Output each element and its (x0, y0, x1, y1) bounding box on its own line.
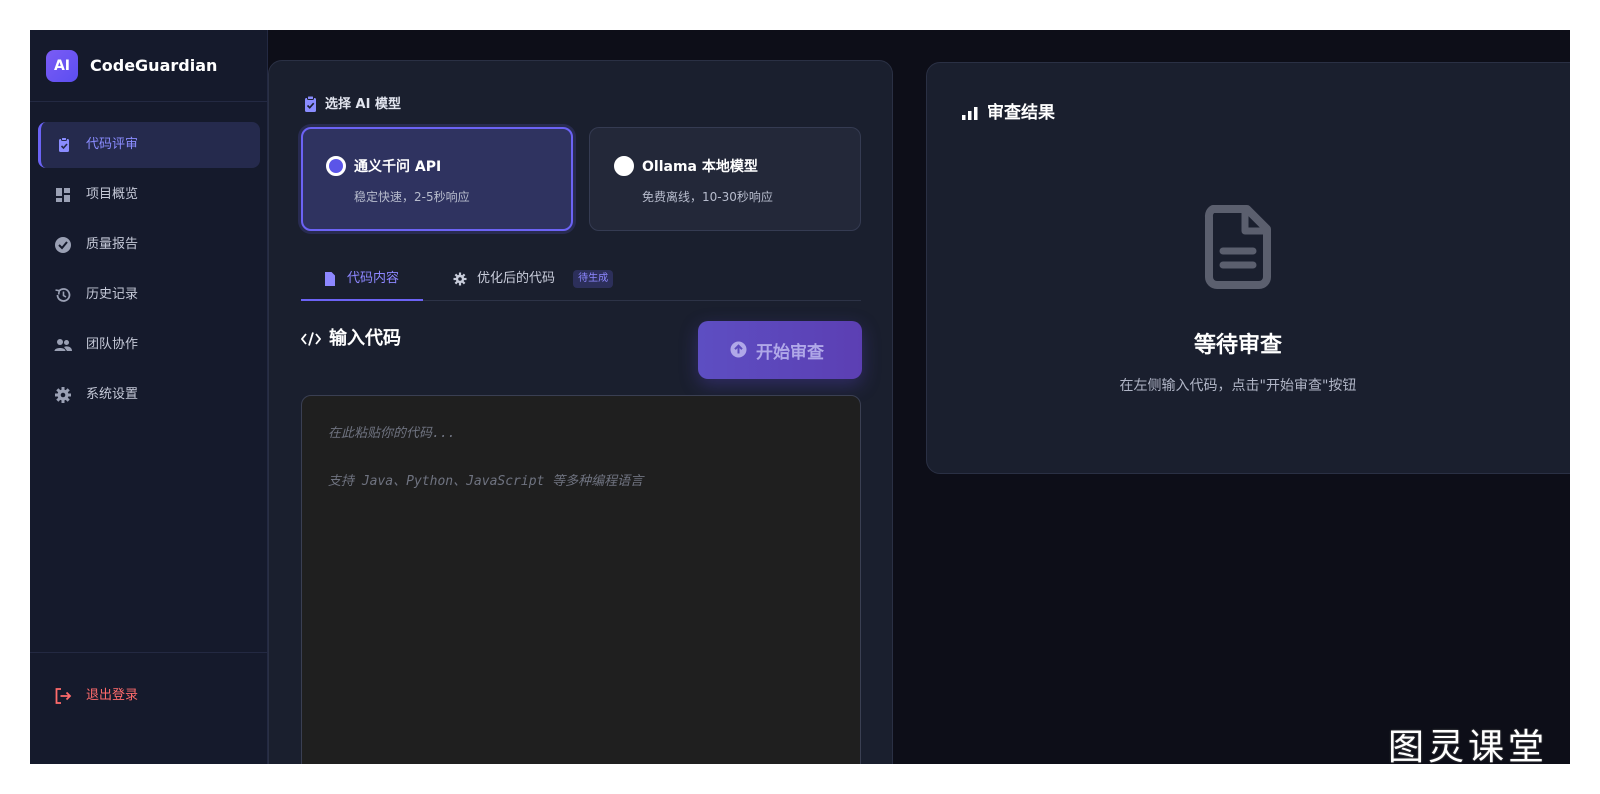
gear-icon (453, 272, 467, 286)
check-circle-icon (55, 237, 71, 253)
code-input-panel: 选择 AI 模型 通义千问 API 稳定快速，2-5秒响应 Ollama 本地模… (268, 60, 893, 764)
model-section-text: 选择 AI 模型 (325, 97, 401, 112)
dashboard-icon (56, 188, 70, 202)
tab-label: 代码内容 (347, 271, 400, 286)
sidebar-item-label: 代码评审 (86, 137, 139, 152)
model-title: Ollama 本地模型 (642, 159, 758, 175)
brand-logo: AI (46, 50, 78, 82)
sidebar-item-team[interactable]: 团队协作 (38, 322, 260, 368)
waiting-description: 在左侧输入代码，点击"开始审查"按钮 (1119, 378, 1357, 394)
model-title: 通义千问 API (354, 159, 442, 175)
app-window: AI CodeGuardian 代码评审 项目概览 质量报告 历史记录 团队协作… (30, 30, 1570, 764)
waiting-title: 等待审查 (1193, 333, 1282, 358)
tab-label: 优化后的代码 (477, 271, 556, 286)
sidebar-footer: 退出登录 (30, 652, 268, 764)
sidebar-item-quality-report[interactable]: 质量报告 (38, 222, 260, 268)
watermark-logo: 图灵课堂 (1388, 728, 1549, 764)
tab-code-content[interactable]: 代码内容 (301, 261, 423, 301)
start-button-label: 开始审查 (756, 342, 824, 362)
start-review-button[interactable]: 开始审查 (698, 321, 862, 379)
gear-icon (55, 387, 71, 403)
sidebar-nav: 代码评审 项目概览 质量报告 历史记录 团队协作 系统设置 (38, 122, 260, 422)
sidebar-item-label: 系统设置 (86, 387, 139, 402)
people-icon (54, 339, 72, 351)
document-icon (325, 272, 335, 286)
result-title-text: 审查结果 (987, 103, 1055, 123)
editor-tabs: 代码内容 优化后的代码 待生成 (301, 261, 861, 301)
radio-selected[interactable] (326, 156, 346, 176)
model-section-label: 选择 AI 模型 (303, 95, 401, 115)
code-placeholder-line-1: 在此粘贴你的代码... (328, 426, 456, 441)
model-option-ollama[interactable]: Ollama 本地模型 免费离线，10-30秒响应 (589, 127, 861, 231)
code-icon (301, 332, 321, 346)
document-icon (1204, 205, 1271, 289)
review-result-panel: 审查结果 等待审查 在左侧输入代码，点击"开始审查"按钮 (926, 62, 1570, 474)
model-desc: 稳定快速，2-5秒响应 (354, 190, 470, 204)
model-option-qwen[interactable]: 通义千问 API 稳定快速，2-5秒响应 (301, 127, 573, 231)
model-desc: 免费离线，10-30秒响应 (642, 190, 773, 204)
logout-icon (55, 688, 72, 704)
sidebar-item-label: 团队协作 (86, 337, 139, 352)
upload-circle-icon (730, 341, 747, 358)
sidebar: AI CodeGuardian 代码评审 项目概览 质量报告 历史记录 团队协作… (30, 30, 268, 764)
sidebar-item-label: 质量报告 (86, 237, 139, 252)
sidebar-item-code-review[interactable]: 代码评审 (38, 122, 260, 168)
tab-optimized-code[interactable]: 优化后的代码 待生成 (451, 261, 614, 301)
code-input[interactable]: 在此粘贴你的代码... 支持 Java、Python、JavaScript 等多… (301, 395, 861, 764)
result-title: 审查结果 (961, 101, 1055, 125)
logout-button[interactable]: 退出登录 (54, 685, 138, 707)
status-badge: 待生成 (573, 269, 614, 288)
sidebar-item-project-overview[interactable]: 项目概览 (38, 172, 260, 218)
brand-name: CodeGuardian (90, 56, 218, 75)
bar-chart-icon (962, 107, 978, 120)
code-input-title: 输入代码 (301, 327, 401, 351)
sidebar-item-label: 项目概览 (86, 187, 139, 202)
radio-unselected[interactable] (614, 156, 634, 176)
code-title-text: 输入代码 (329, 328, 401, 349)
clipboard-check-icon (305, 95, 316, 112)
history-icon (55, 288, 71, 302)
brand: AI CodeGuardian (30, 30, 268, 102)
code-placeholder-line-2: 支持 Java、Python、JavaScript 等多种编程语言 (328, 474, 644, 489)
sidebar-item-history[interactable]: 历史记录 (38, 272, 260, 318)
sidebar-item-label: 历史记录 (86, 287, 139, 302)
sidebar-item-settings[interactable]: 系统设置 (38, 372, 260, 418)
clipboard-check-icon (59, 137, 69, 152)
logout-label: 退出登录 (86, 688, 139, 703)
